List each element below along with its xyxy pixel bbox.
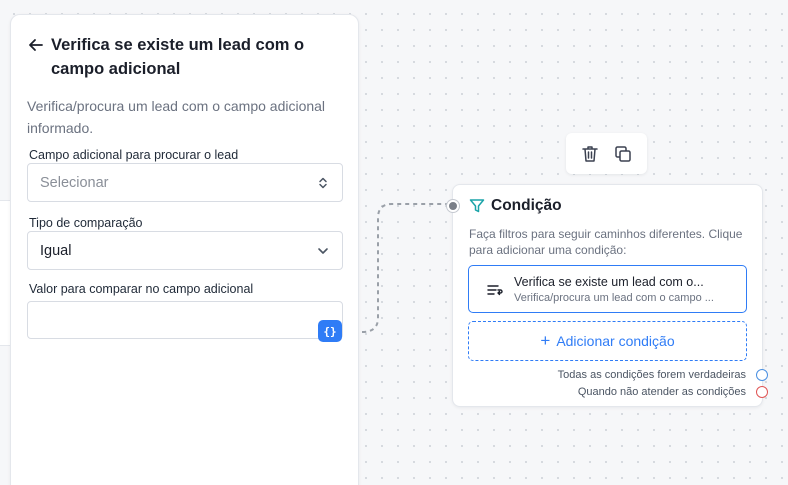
add-condition-label: Adicionar condição <box>556 333 675 349</box>
copy-icon[interactable] <box>612 143 634 165</box>
tipo-comparacao-select[interactable]: Igual <box>27 231 343 270</box>
condition-node[interactable]: Condição Faça filtros para seguir caminh… <box>447 184 768 407</box>
chevron-up-down-icon <box>319 177 327 189</box>
panel-header: Verifica se existe um lead com o campo a… <box>27 33 347 81</box>
node-title: Condição <box>491 197 562 214</box>
output-false-label: Quando não atender as condições <box>577 386 746 398</box>
node-header: Condição <box>469 197 562 215</box>
plus-icon: + <box>540 331 551 350</box>
condition-title: Verifica se existe um lead com o... <box>514 275 704 289</box>
campo-adicional-label: Campo adicional para procurar o lead <box>29 148 239 162</box>
chevron-down-icon <box>318 248 328 254</box>
node-toolbar <box>566 133 647 174</box>
variable-insert-button[interactable]: {} <box>318 320 342 342</box>
arrow-left-icon[interactable] <box>27 36 45 54</box>
config-panel: Verifica se existe um lead com o campo a… <box>10 14 359 485</box>
output-false-handle[interactable] <box>756 386 768 398</box>
tipo-comparacao-value: Igual <box>40 242 72 259</box>
add-condition-button[interactable]: + Adicionar condição <box>468 321 747 361</box>
output-true-handle[interactable] <box>756 369 768 381</box>
campo-adicional-select[interactable]: Selecionar <box>27 163 343 202</box>
valor-comparar-input[interactable]: {} <box>27 301 343 342</box>
tipo-comparacao-label: Tipo de comparação <box>29 216 143 230</box>
text-wrap-icon <box>487 285 503 296</box>
trash-icon[interactable] <box>579 143 601 165</box>
condition-subtitle: Verifica/procura um lead com o campo ... <box>514 292 714 304</box>
condition-item[interactable]: Verifica se existe um lead com o... Veri… <box>468 265 747 313</box>
filter-icon <box>469 199 485 213</box>
node-input-handle[interactable] <box>447 200 459 212</box>
panel-title: Verifica se existe um lead com o campo a… <box>51 36 305 78</box>
output-true-label: Todas as condições forem verdadeiras <box>557 369 746 381</box>
node-description: Faça filtros para seguir caminhos difere… <box>469 227 743 257</box>
panel-description: Verifica/procura um lead com o campo adi… <box>27 98 326 136</box>
valor-comparar-label: Valor para comparar no campo adicional <box>29 282 254 296</box>
campo-adicional-placeholder: Selecionar <box>40 174 109 191</box>
